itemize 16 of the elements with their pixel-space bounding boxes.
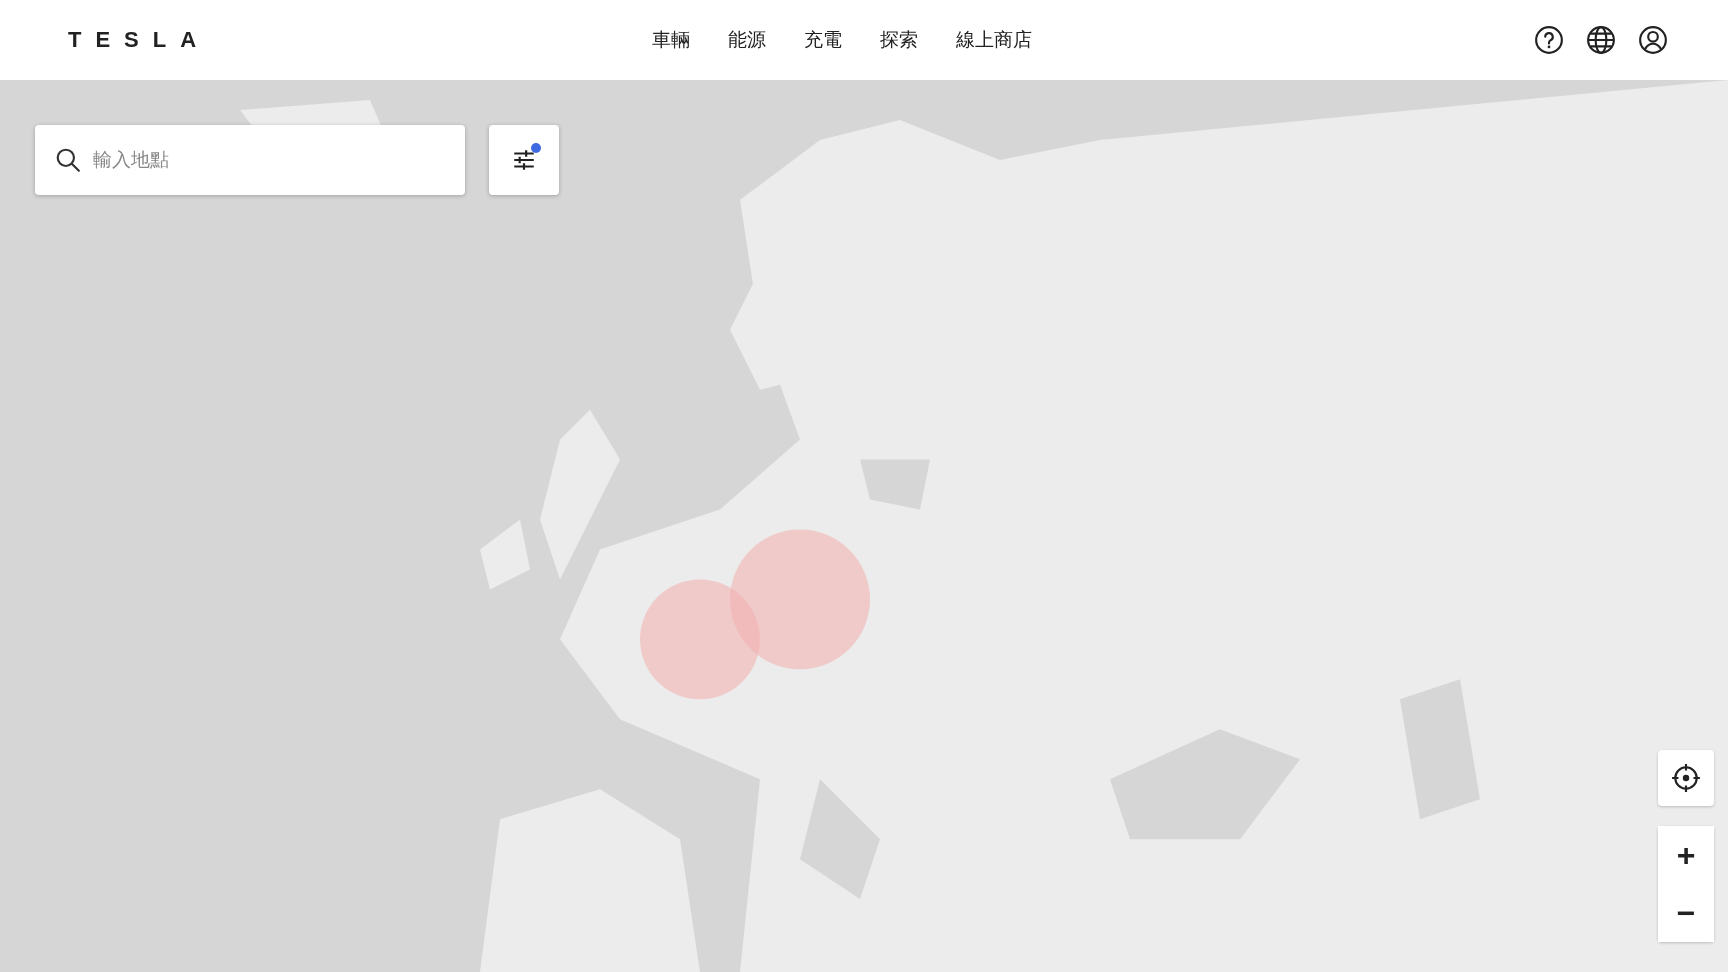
nav-link[interactable]: 充電 <box>802 21 844 59</box>
zoom-out-button[interactable]: − <box>1658 884 1714 942</box>
locate-button[interactable] <box>1658 750 1714 806</box>
nav-link[interactable]: 探索 <box>878 21 920 59</box>
nav-link[interactable]: 車輛 <box>650 21 692 59</box>
globe-icon[interactable] <box>1586 25 1616 55</box>
zoom-in-button[interactable]: + <box>1658 826 1714 884</box>
tesla-logo[interactable]: TESLA <box>68 27 248 53</box>
account-icon[interactable] <box>1638 25 1668 55</box>
crosshair-icon <box>1671 763 1701 793</box>
sliders-icon <box>511 147 537 173</box>
search-field[interactable]: 輸入地點 <box>35 125 465 195</box>
nav-link[interactable]: 線上商店 <box>954 21 1034 59</box>
help-icon[interactable] <box>1534 25 1564 55</box>
filter-button[interactable] <box>489 125 559 195</box>
nav-link[interactable]: 能源 <box>726 21 768 59</box>
